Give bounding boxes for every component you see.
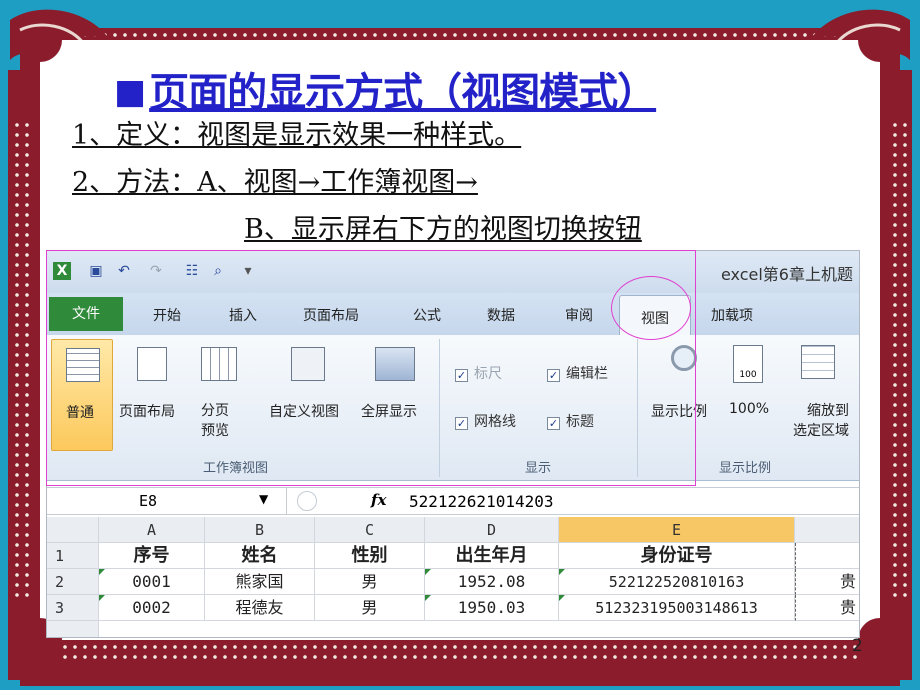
body-line-2: 2、方法：A、视图→工作簿视图→ [72, 167, 478, 198]
formula-value[interactable]: 522122621014203 [409, 492, 554, 511]
zoom-to-selection-button[interactable]: 缩放到 选定区域 [785, 339, 859, 451]
insert-function-icon[interactable]: fx [371, 491, 386, 509]
zoom-100-button[interactable]: 100 100% [723, 339, 779, 451]
row-header-2[interactable]: 2 [47, 569, 99, 595]
cell-b1[interactable]: 姓名 [205, 543, 315, 569]
body-line-1: 1、定义：视图是显示效果一种样式。 [72, 120, 522, 151]
cell-b3[interactable]: 程德友 [205, 595, 315, 621]
zoom-selection-icon [801, 345, 835, 379]
cell-e2[interactable]: 522122520810163 [559, 569, 795, 595]
slide: ■ 页面的显示方式（视图模式） 1、定义：视图是显示效果一种样式。 2、方法：A、… [0, 0, 920, 690]
zoom-100-icon: 100 [733, 345, 763, 383]
column-header-b[interactable]: B [205, 517, 315, 543]
cell-f1[interactable] [795, 543, 859, 569]
cell-d2-value: 1952.08 [457, 572, 526, 591]
zoom-100-label: 100% [729, 401, 770, 417]
cell-d3-value: 1950.03 [457, 598, 526, 617]
group-label-zoom: 显示比例 [719, 461, 772, 476]
frame-dots-right [890, 120, 908, 600]
highlight-box [46, 250, 696, 486]
select-all-corner[interactable] [47, 517, 99, 543]
cell-c1[interactable]: 性别 [315, 543, 425, 569]
error-indicator-icon [99, 595, 105, 601]
tab-addins[interactable]: 加载项 [711, 305, 753, 325]
cell-c2[interactable]: 男 [315, 569, 425, 595]
name-box-dropdown-icon[interactable]: ▼ [259, 492, 268, 506]
cell-a2[interactable]: 0001 [99, 569, 205, 595]
zoom-to-selection-label: 缩放到 选定区域 [793, 403, 849, 439]
error-indicator-icon [99, 569, 105, 575]
cell-c3[interactable]: 男 [315, 595, 425, 621]
cell-e3-value: 512323195003148613 [595, 599, 758, 617]
square-bullet-icon: ■ [114, 72, 146, 112]
name-box[interactable]: E8 ▼ [47, 488, 287, 514]
column-header-d[interactable]: D [425, 517, 559, 543]
formula-cancel-icon[interactable] [297, 491, 317, 511]
window-title: excel第6章上机题 [720, 265, 853, 284]
error-indicator-icon [559, 569, 565, 575]
cell-f2[interactable]: 贵 [795, 569, 859, 595]
cell-d1[interactable]: 出生年月 [425, 543, 559, 569]
row-header-4[interactable] [47, 621, 99, 637]
cell-e2-value: 522122520810163 [608, 573, 745, 591]
cell-f3[interactable]: 贵 [795, 595, 859, 621]
row-header-1[interactable]: 1 [47, 543, 99, 569]
cell-a3-value: 0002 [132, 598, 171, 617]
page-number: 2 [852, 636, 863, 656]
error-indicator-icon [559, 595, 565, 601]
cell-a2-value: 0001 [132, 572, 171, 591]
name-box-value: E8 [139, 492, 158, 510]
formula-bar: E8 ▼ fx 522122621014203 [47, 487, 859, 515]
frame-dots-left [12, 120, 30, 600]
cell-a3[interactable]: 0002 [99, 595, 205, 621]
column-header-f[interactable] [795, 517, 859, 543]
body-line-3: B、显示屏右下方的视图切换按钮 [244, 214, 642, 245]
cell-d3[interactable]: 1950.03 [425, 595, 559, 621]
column-header-a[interactable]: A [99, 517, 205, 543]
cell-e3[interactable]: 512323195003148613 [559, 595, 795, 621]
error-indicator-icon [425, 569, 431, 575]
cell-a1[interactable]: 序号 [99, 543, 205, 569]
slide-title: ■ 页面的显示方式（视图模式） [114, 60, 657, 118]
column-header-c[interactable]: C [315, 517, 425, 543]
cell-e1[interactable]: 身份证号 [559, 543, 795, 569]
column-header-e[interactable]: E [559, 517, 795, 543]
highlight-oval [611, 276, 691, 340]
frame-dots-bottom [60, 642, 860, 660]
slide-title-text: 页面的显示方式（视图模式） [149, 70, 657, 116]
cell-d2[interactable]: 1952.08 [425, 569, 559, 595]
spreadsheet-grid: A B C D E 1 序号 姓名 性别 出生年月 身份证号 2 0001 熊家… [47, 517, 859, 637]
error-indicator-icon [425, 595, 431, 601]
cell-b2[interactable]: 熊家国 [205, 569, 315, 595]
row-header-3[interactable]: 3 [47, 595, 99, 621]
